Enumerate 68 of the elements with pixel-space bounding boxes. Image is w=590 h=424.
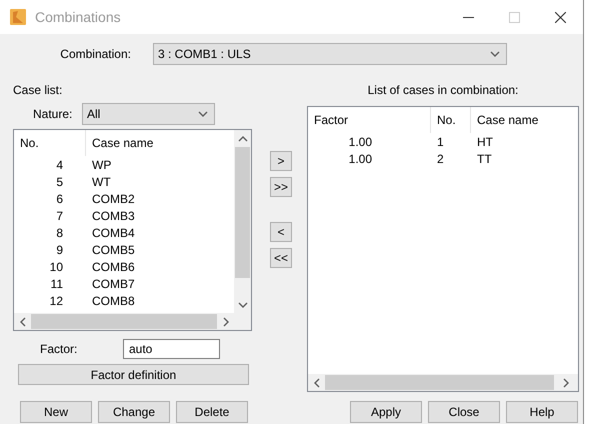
chevron-left-icon[interactable]: [312, 378, 320, 388]
chevron-down-icon[interactable]: [238, 300, 248, 308]
chevron-up-icon[interactable]: [238, 134, 248, 142]
table-cell: COMB8: [92, 294, 135, 308]
table-cell: TT: [477, 152, 492, 166]
combination-list-label: List of cases in combination:: [368, 83, 518, 97]
factor-field[interactable]: auto: [123, 339, 220, 359]
table-cell: 6: [56, 192, 63, 206]
table-cell: 10: [50, 260, 63, 274]
column-header[interactable]: Factor: [308, 107, 431, 133]
minimize-button[interactable]: [462, 16, 474, 18]
action-button[interactable]: Apply: [350, 401, 422, 423]
column-header[interactable]: Case name: [471, 107, 576, 133]
table-cell: 9: [56, 242, 63, 256]
list-box[interactable]: Factor No. Case name 1.00 1 HT 1.00 2 TT: [307, 106, 579, 392]
table-cell: COMB3: [92, 208, 135, 222]
action-button[interactable]: New: [20, 401, 92, 423]
horizontal-scrollbar[interactable]: [14, 313, 251, 330]
chevron-down-icon[interactable]: [198, 110, 208, 118]
list-box[interactable]: No. Case name 4 WP 5 WT 6 COMB2 7 COMB3 8 COMB4 9 COMB5 10 COMB6 11 COMB7 12 COMB8: [13, 129, 252, 331]
table-cell: COMB7: [92, 276, 135, 290]
table-cell: COMB6: [92, 260, 135, 274]
combination-dropdown[interactable]: 3 : COMB1 : ULS: [153, 43, 507, 65]
table-cell: 1.00: [348, 134, 372, 148]
action-button[interactable]: Close: [428, 401, 500, 423]
table-cell: 8: [56, 226, 63, 240]
logo-icon: [10, 9, 26, 25]
action-button[interactable]: Help: [506, 401, 578, 423]
nature-label: Nature:: [32, 107, 74, 121]
column-header[interactable]: No.: [14, 130, 86, 156]
move-button[interactable]: >>: [270, 177, 292, 197]
table-cell: COMB4: [92, 226, 135, 240]
move-button[interactable]: <: [270, 222, 292, 242]
table-cell: COMB5: [92, 242, 135, 256]
table-cell: 1.00: [348, 152, 372, 166]
chevron-left-icon[interactable]: [18, 316, 26, 326]
chevron-right-icon[interactable]: [222, 316, 230, 326]
column-header[interactable]: Case name: [86, 130, 234, 156]
factor-label: Factor:: [39, 342, 78, 356]
vertical-scrollbar[interactable]: [234, 130, 251, 313]
table-cell: HT: [477, 134, 493, 148]
table-cell: 12: [50, 294, 63, 308]
factor-definition-button[interactable]: Factor definition: [18, 364, 249, 385]
table-cell: 11: [50, 276, 63, 290]
chevron-right-icon[interactable]: [562, 378, 570, 388]
table-cell: WP: [92, 158, 112, 172]
table-cell: 7: [56, 208, 63, 222]
move-button[interactable]: >: [270, 151, 292, 171]
scrollbar-thumb[interactable]: [31, 314, 217, 329]
table-cell: 4: [56, 158, 63, 172]
table-cell: WT: [92, 174, 111, 188]
move-button[interactable]: <<: [270, 248, 292, 268]
close-button[interactable]: [554, 12, 566, 22]
table-cell: 2: [437, 152, 444, 166]
table-cell: COMB2: [92, 192, 135, 206]
action-button[interactable]: Delete: [176, 401, 248, 423]
case-list-label: Case list:: [13, 83, 62, 97]
table-cell: 1: [437, 134, 444, 148]
combination-label: Combination:: [59, 47, 131, 61]
horizontal-scrollbar[interactable]: [308, 374, 578, 391]
chevron-down-icon[interactable]: [490, 50, 500, 58]
nature-dropdown[interactable]: All: [82, 103, 215, 125]
column-header[interactable]: No.: [431, 107, 471, 133]
scrollbar-thumb[interactable]: [235, 147, 250, 278]
table-cell: 5: [56, 174, 63, 188]
window-title: Combinations: [35, 9, 122, 25]
action-button[interactable]: Change: [98, 401, 170, 423]
scrollbar-thumb[interactable]: [325, 375, 554, 390]
